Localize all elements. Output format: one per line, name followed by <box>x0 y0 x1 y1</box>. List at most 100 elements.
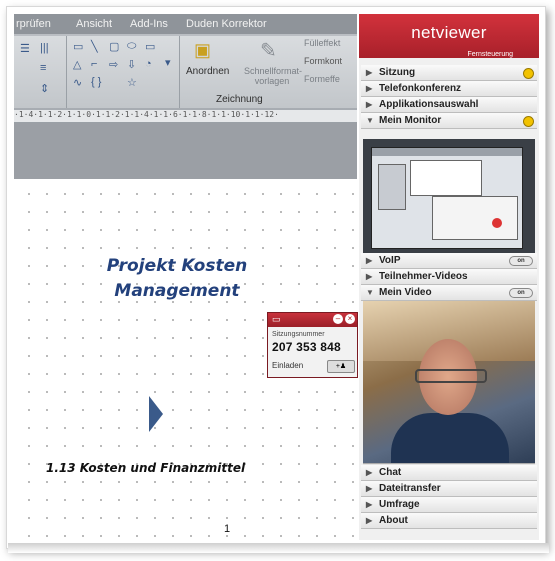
expand-arrow-icon: ▶ <box>366 516 373 525</box>
section-dateitransfer[interactable]: ▶ Dateitransfer <box>361 481 537 497</box>
section-label: About <box>379 515 408 526</box>
fill-button[interactable]: Fülleffekt <box>304 38 340 48</box>
netviewer-header: netviewer Fernsteuerung <box>359 14 539 58</box>
paragraph-group: ☰ ||| ≡ ⇕ <box>14 36 67 108</box>
section-sitzung[interactable]: ▶ Sitzung <box>361 65 537 81</box>
tab-review[interactable]: rprüfen <box>16 18 51 30</box>
section-applikationsauswahl[interactable]: ▶ Applikationsauswahl <box>361 97 537 113</box>
section-about[interactable]: ▶ About <box>361 513 537 529</box>
curve-icon[interactable]: ∿ <box>73 76 82 89</box>
ruler[interactable]: ·1·4·1·1·2·1·1·0·1·1·2·1·1·4·1·1·6·1·1·8… <box>14 110 357 123</box>
rounded-rect-icon[interactable]: ▭ <box>145 40 155 53</box>
shapes-group: ▭ ╲ ▢ ⬭ ▭ △ ⌐ ⇨ ⇩ ◔ ∿ { } ☆ ▾ <box>67 36 180 108</box>
invite-button[interactable]: +♟ <box>327 360 355 373</box>
section-label: Telefonkonferenz <box>379 83 462 94</box>
oval-icon[interactable]: ⬭ <box>127 40 136 53</box>
expand-arrow-icon: ▶ <box>366 500 373 509</box>
section-label: Applikationsauswahl <box>379 99 479 110</box>
status-indicator-icon <box>523 68 534 79</box>
expand-arrow-icon: ▶ <box>366 484 373 493</box>
section-mein-monitor[interactable]: ▼ Mein Monitor <box>361 113 537 129</box>
section-label: VoIP <box>379 255 401 266</box>
columns-icon[interactable]: ||| <box>40 42 49 54</box>
list-icon[interactable]: ☰ <box>20 42 30 55</box>
close-icon[interactable]: × <box>345 314 355 324</box>
collapse-arrow-icon: ▼ <box>366 116 374 125</box>
person-shirt <box>391 413 509 463</box>
frame-shadow <box>8 543 549 553</box>
session-number: 207 353 848 <box>272 340 341 354</box>
section-mein-video[interactable]: ▼ Mein Video on <box>361 285 537 301</box>
ribbon-tabs: rprüfen Ansicht Add-Ins Duden Korrektor <box>14 14 357 34</box>
collapse-arrow-icon: ▼ <box>366 288 374 297</box>
tab-view[interactable]: Ansicht <box>76 18 112 30</box>
line-icon[interactable]: ╲ <box>91 40 98 53</box>
rectangle-icon[interactable]: ▢ <box>109 40 119 53</box>
expand-arrow-icon: ▶ <box>366 272 373 281</box>
expand-arrow-icon: ▶ <box>366 84 373 93</box>
callout-icon[interactable]: ◔ <box>145 58 152 70</box>
expand-arrow-icon: ▶ <box>366 68 373 77</box>
spacing-icon[interactable]: ⇕ <box>40 82 49 95</box>
arrow-down-icon[interactable]: ⇩ <box>127 58 136 71</box>
ribbon: rprüfen Ansicht Add-Ins Duden Korrektor … <box>14 14 357 110</box>
add-person-icon: +♟ <box>335 363 347 370</box>
arrange-button[interactable]: Anordnen <box>186 66 229 77</box>
webcam-video <box>363 301 535 463</box>
tab-addins[interactable]: Add-Ins <box>130 18 168 30</box>
section-label: Teilnehmer-Videos <box>379 271 468 282</box>
section-label: Umfrage <box>379 499 420 510</box>
slide-title-line1: Projekt Kosten <box>106 256 248 276</box>
expand-arrow-icon: ▶ <box>366 100 373 109</box>
netviewer-subtitle: Fernsteuerung <box>467 51 513 58</box>
slide-title-line2: Management <box>114 281 240 301</box>
monitor-screen-thumbnail <box>371 147 523 249</box>
session-number-label: Sitzungsnummer <box>272 331 325 338</box>
chat-bubble-icon: ▭ <box>272 314 281 324</box>
textbox-icon[interactable]: ▭ <box>73 40 83 53</box>
toggle-switch[interactable]: on <box>509 288 533 298</box>
invite-label: Einladen <box>272 361 304 370</box>
session-popup: ▭ – × Sitzungsnummer 207 353 848 Einlade… <box>267 312 358 378</box>
expand-arrow-icon: ▶ <box>366 256 373 265</box>
section-teilnehmer-videos[interactable]: ▶ Teilnehmer-Videos <box>361 269 537 285</box>
toggle-switch[interactable]: on <box>509 256 533 266</box>
netviewer-panel: netviewer Fernsteuerung ▶ Sitzung ▶ Tele… <box>359 14 539 540</box>
expand-arrow-icon: ▶ <box>366 468 373 477</box>
arrow-right-icon[interactable]: ⇨ <box>109 58 118 71</box>
section-chat[interactable]: ▶ Chat <box>361 465 537 481</box>
section-umfrage[interactable]: ▶ Umfrage <box>361 497 537 513</box>
quickformat-button[interactable]: Schnellformat- vorlagen <box>244 66 302 86</box>
triangle-icon[interactable]: △ <box>73 58 81 71</box>
glasses <box>415 369 487 383</box>
elbow-icon[interactable]: ⌐ <box>91 58 97 70</box>
section-label: Mein Video <box>379 287 432 298</box>
section-label: Chat <box>379 467 402 478</box>
workspace-background <box>14 123 357 179</box>
align-icon[interactable]: ≡ <box>40 62 46 74</box>
drawing-group-label: Zeichnung <box>216 94 263 105</box>
pointer-cursor-icon <box>149 396 163 432</box>
outline-button[interactable]: Formkont <box>304 56 342 66</box>
quickformat-icon[interactable]: ✎ <box>260 38 277 63</box>
section-voip[interactable]: ▶ VoIP on <box>361 253 537 269</box>
more-shapes-icon[interactable]: ▾ <box>165 56 171 69</box>
slide-title[interactable]: Projekt Kosten Management <box>82 254 272 304</box>
section-label: Mein Monitor <box>379 115 442 126</box>
brace-icon[interactable]: { } <box>91 76 101 88</box>
effects-button[interactable]: Formeffe <box>304 74 340 84</box>
status-indicator-icon <box>523 116 534 127</box>
section-telefonkonferenz[interactable]: ▶ Telefonkonferenz <box>361 81 537 97</box>
star-icon[interactable]: ☆ <box>127 76 137 89</box>
tab-duden[interactable]: Duden Korrektor <box>186 18 267 30</box>
arrange-icon[interactable]: ▣ <box>194 40 211 61</box>
section-label: Sitzung <box>379 67 416 78</box>
slide-subtitle[interactable]: 1.13 Kosten und Finanzmittel <box>46 461 245 475</box>
minimize-icon[interactable]: – <box>333 314 343 324</box>
monitor-preview[interactable] <box>363 139 535 263</box>
netviewer-logo: netviewer <box>411 23 487 42</box>
session-popup-header[interactable]: ▭ – × <box>268 313 357 327</box>
page-number: 1 <box>224 523 231 535</box>
section-label: Dateitransfer <box>379 483 441 494</box>
drawing-group: ▣ Anordnen ✎ Schnellformat- vorlagen Fül… <box>180 36 357 108</box>
